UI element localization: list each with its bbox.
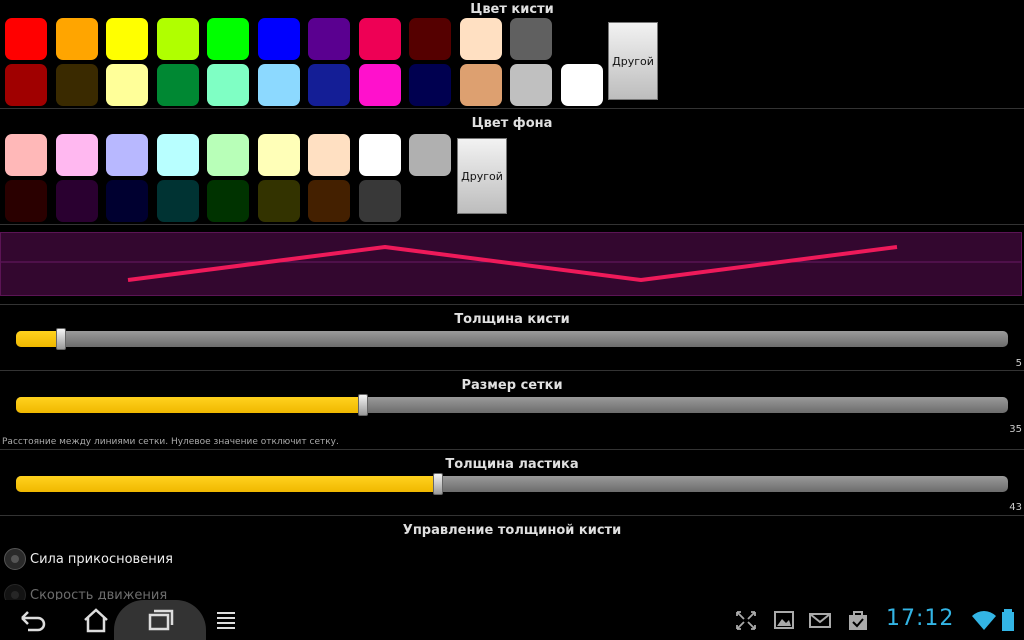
- system-navbar: 17:12: [0, 600, 1024, 640]
- color-swatch[interactable]: [510, 64, 552, 106]
- brush-thickness-value: 5: [1015, 358, 1022, 369]
- color-swatch[interactable]: [156, 18, 199, 60]
- divider: [0, 370, 1024, 371]
- grid-size-hint: Расстояние между линиями сетки. Нулевое …: [2, 437, 339, 447]
- color-swatch[interactable]: [5, 134, 47, 176]
- brush-color-title: Цвет кисти: [470, 2, 554, 17]
- preview-stroke: [127, 245, 898, 282]
- color-swatch[interactable]: [409, 18, 451, 60]
- color-swatch[interactable]: [459, 64, 502, 106]
- color-swatch[interactable]: [207, 134, 249, 176]
- background-color-other-button[interactable]: Другой: [457, 138, 507, 214]
- color-swatch[interactable]: [308, 134, 350, 176]
- color-swatch[interactable]: [510, 18, 552, 60]
- color-swatch[interactable]: [106, 180, 148, 222]
- radio-label-pressure: Сила прикосновения: [30, 551, 173, 567]
- color-swatch[interactable]: [5, 18, 47, 60]
- color-swatch[interactable]: [106, 18, 148, 60]
- slider-thumb[interactable]: [56, 328, 66, 350]
- brush-thickness-slider[interactable]: [16, 328, 1008, 350]
- color-swatch[interactable]: [409, 134, 451, 176]
- back-icon[interactable]: [14, 606, 50, 634]
- gallery-icon[interactable]: [766, 606, 802, 634]
- wifi-icon: [972, 611, 996, 630]
- color-swatch[interactable]: [5, 180, 47, 222]
- fullscreen-icon[interactable]: [728, 606, 764, 634]
- radio-pressure[interactable]: Сила прикосновения: [4, 548, 173, 570]
- color-swatch[interactable]: [560, 64, 603, 106]
- color-swatch[interactable]: [5, 64, 47, 106]
- eraser-thickness-title: Толщина ластика: [445, 457, 579, 472]
- color-swatch[interactable]: [257, 180, 300, 222]
- brush-thickness-title: Толщина кисти: [454, 312, 570, 327]
- color-swatch[interactable]: [55, 18, 98, 60]
- color-swatch[interactable]: [308, 64, 350, 106]
- color-swatch[interactable]: [55, 134, 98, 176]
- divider: [0, 449, 1024, 450]
- color-swatch[interactable]: [257, 18, 300, 60]
- color-swatch[interactable]: [560, 18, 603, 60]
- home-icon[interactable]: [78, 606, 114, 634]
- slider-thumb[interactable]: [358, 394, 368, 416]
- grid-size-value: 35: [1009, 424, 1022, 435]
- eraser-thickness-slider[interactable]: [16, 473, 1008, 495]
- brush-preview: [0, 232, 1022, 296]
- divider: [0, 108, 1024, 109]
- color-swatch[interactable]: [257, 134, 300, 176]
- divider: [0, 304, 1024, 305]
- color-swatch[interactable]: [55, 180, 98, 222]
- color-swatch[interactable]: [409, 64, 451, 106]
- color-swatch[interactable]: [207, 18, 249, 60]
- mail-icon[interactable]: [802, 606, 838, 634]
- slider-fill: [16, 331, 61, 347]
- divider: [0, 515, 1024, 516]
- radio-button[interactable]: [4, 548, 26, 570]
- color-swatch[interactable]: [207, 64, 249, 106]
- slider-thumb[interactable]: [433, 473, 443, 495]
- brush-control-title: Управление толщиной кисти: [402, 523, 622, 538]
- color-swatch[interactable]: [207, 180, 249, 222]
- color-swatch[interactable]: [156, 134, 199, 176]
- color-swatch[interactable]: [459, 18, 502, 60]
- divider: [0, 224, 1024, 225]
- eraser-thickness-value: 43: [1009, 502, 1022, 513]
- color-swatch[interactable]: [106, 64, 148, 106]
- grid-size-slider[interactable]: [16, 394, 1008, 416]
- color-swatch[interactable]: [358, 134, 401, 176]
- color-swatch[interactable]: [308, 18, 350, 60]
- menu-icon[interactable]: [208, 606, 244, 634]
- grid-size-title: Размер сетки: [461, 378, 563, 393]
- color-swatch[interactable]: [409, 180, 451, 222]
- color-swatch[interactable]: [257, 64, 300, 106]
- color-swatch[interactable]: [106, 134, 148, 176]
- clock: 17:12: [886, 606, 955, 631]
- slider-fill: [16, 476, 438, 492]
- battery-icon: [1002, 609, 1014, 631]
- color-swatch[interactable]: [358, 18, 401, 60]
- store-bag-icon[interactable]: [840, 606, 876, 634]
- recent-apps-icon[interactable]: [142, 606, 178, 634]
- color-swatch[interactable]: [308, 180, 350, 222]
- color-swatch[interactable]: [55, 64, 98, 106]
- color-swatch[interactable]: [156, 64, 199, 106]
- background-color-title: Цвет фона: [471, 116, 553, 131]
- color-swatch[interactable]: [358, 180, 401, 222]
- slider-fill: [16, 397, 363, 413]
- color-swatch[interactable]: [156, 180, 199, 222]
- color-swatch[interactable]: [358, 64, 401, 106]
- brush-color-other-button[interactable]: Другой: [608, 22, 658, 100]
